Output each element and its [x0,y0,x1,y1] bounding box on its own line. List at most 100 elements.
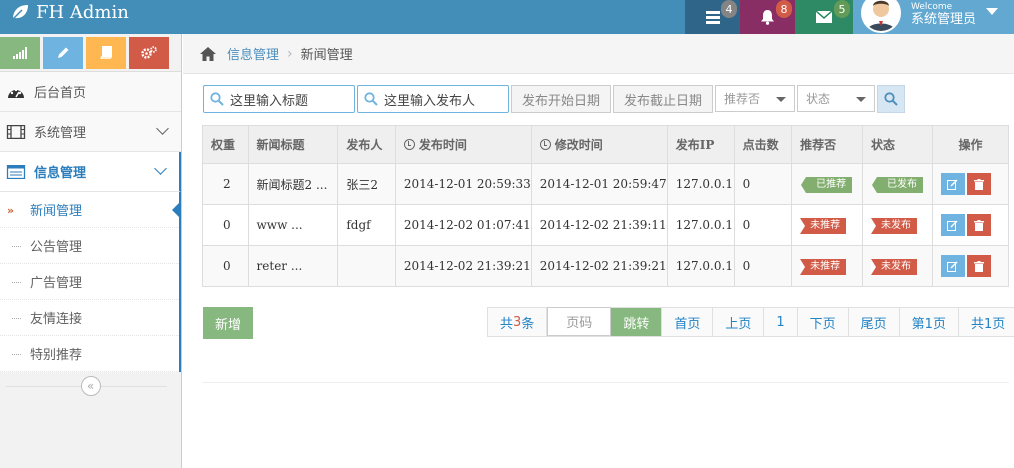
notifications-button[interactable]: 8 [740,0,795,34]
add-button[interactable]: 新增 [203,307,253,339]
top-navbar: FH Admin 4 8 5 Welcome 系统管理员 [0,0,1014,34]
cell-mod-time: 2014-12-02 21:39:21 [530,245,668,287]
shortcut-edit-button[interactable] [43,36,83,69]
notifications-badge: 8 [776,0,792,18]
cell-weight: 0 [202,245,249,287]
edit-button[interactable] [940,173,965,195]
edit-button[interactable] [940,255,965,277]
delete-button[interactable] [966,255,991,277]
col-mod-time[interactable]: 修改时间 [530,125,668,164]
menu-item-info[interactable]: 信息管理 [0,152,181,192]
cell-weight: 0 [202,204,249,246]
last-page-link[interactable]: 尾页 [848,307,900,336]
publisher-search-input[interactable]: 这里输入发布人 [357,85,509,113]
pager-total-suffix: 条 [521,316,535,332]
tasks-button[interactable]: 4 [685,0,740,34]
menu-label-info: 信息管理 [34,166,87,181]
cell-title[interactable]: www ... [247,204,339,246]
submenu-item-featured[interactable]: 特别推荐 [0,336,179,372]
col-recommend[interactable]: 推荐否 [791,125,863,164]
table-row: 0 www ... fdgf 2014-12-02 01:07:41 2014-… [202,204,1010,246]
prev-page-link[interactable]: 上页 [713,307,765,336]
menu-item-dashboard[interactable]: 后台首页 [0,72,181,112]
jump-button[interactable]: 跳转 [611,307,663,336]
shortcut-stats-button[interactable] [0,36,40,69]
col-title[interactable]: 新闻标题 [247,125,339,164]
cell-ip: 127.0.0.1 [666,163,735,205]
first-page-link[interactable]: 首页 [662,307,714,336]
edit-icon [947,260,958,272]
clock-icon [403,139,415,150]
start-date-field[interactable]: 发布开始日期 [511,85,611,113]
page-number-input[interactable]: 页码 [547,307,612,336]
avatar [861,0,901,33]
col-pub-time[interactable]: 发布时间 [394,125,532,164]
cell-actions [931,163,1010,205]
search-button[interactable] [877,85,905,113]
menu-item-system[interactable]: 系统管理 [0,112,181,152]
cell-clicks: 0 [733,204,793,246]
user-menu[interactable]: Welcome 系统管理员 [853,0,1014,34]
submenu-item-links[interactable]: 友情连接 [0,300,179,336]
home-icon [200,46,216,61]
next-page-link[interactable]: 下页 [797,307,849,336]
cell-pub-time: 2014-12-01 20:59:33 [394,163,532,205]
shortcut-book-button[interactable] [86,36,126,69]
brand[interactable]: FH Admin [10,0,129,24]
pagination: 共3条 页码 跳转 首页 上页 1 下页 尾页 第1页 共1页 [487,307,1014,337]
breadcrumb-separator-icon: › [287,45,293,62]
title-search-placeholder: 这里输入标题 [230,93,309,109]
user-info: Welcome 系统管理员 [911,1,976,26]
status-select[interactable]: 状态 [797,85,875,112]
table-row: 2 新闻标题2 ... 张三2 2014-12-01 20:59:33 2014… [202,163,1010,205]
cell-status: 未发布 [862,204,933,246]
breadcrumb-parent[interactable]: 信息管理 [227,44,279,63]
cell-weight: 2 [202,163,249,205]
edit-button[interactable] [940,214,965,236]
col-actions: 操作 [931,125,1010,164]
cell-mod-time: 2014-12-01 20:59:47 [530,163,668,205]
current-page[interactable]: 1 [764,307,798,336]
submenu-item-notice[interactable]: 公告管理 [0,228,179,264]
submenu-item-news[interactable]: » 新闻管理 [0,192,181,228]
submenu-label-news: 新闻管理 [30,204,83,219]
welcome-text: Welcome [911,1,953,12]
cell-title[interactable]: 新闻标题2 ... [247,163,339,205]
cell-title[interactable]: reter ... [247,245,339,287]
delete-button[interactable] [966,173,991,195]
title-search-input[interactable]: 这里输入标题 [203,85,355,113]
cell-recommend: 未推荐 [791,245,863,287]
submenu-info: » 新闻管理 公告管理 广告管理 友情连接 特别推荐 [0,192,181,372]
submenu-item-ads[interactable]: 广告管理 [0,264,179,300]
cell-actions [931,245,1010,287]
pager-total-count: 3 [513,314,522,330]
cell-mod-time: 2014-12-02 21:39:11 [530,204,668,246]
shortcut-settings-button[interactable] [129,36,169,69]
submenu-label-notice: 公告管理 [30,240,83,255]
cell-pub-time: 2014-12-02 01:07:41 [394,204,532,246]
col-weight[interactable]: 权重 [202,125,249,164]
end-date-field[interactable]: 发布截止日期 [613,85,713,113]
col-status[interactable]: 状态 [862,125,933,164]
cell-ip: 127.0.0.1 [666,204,735,246]
col-publisher[interactable]: 发布人 [337,125,396,164]
status-label: 已发布 [872,176,923,193]
recommend-label: 已推荐 [801,176,853,193]
cell-publisher: fdgf [337,204,396,246]
recommend-select[interactable]: 推荐否 [715,85,795,112]
trash-icon [973,219,984,231]
collapse-sidebar-icon[interactable]: « [80,376,101,396]
cell-publisher [337,245,396,287]
submenu-label-ads: 广告管理 [30,276,83,291]
col-ip[interactable]: 发布IP [666,125,735,164]
leaf-icon [12,5,28,20]
delete-button[interactable] [966,214,991,236]
col-clicks[interactable]: 点击数 [733,125,793,164]
content-divider [202,382,1009,383]
bell-icon [761,10,774,25]
tasks-badge: 4 [721,0,737,18]
status-label: 未发布 [871,258,917,275]
messages-button[interactable]: 5 [795,0,853,34]
envelope-icon [816,11,832,23]
total-pages: 共1页 [958,307,1014,336]
